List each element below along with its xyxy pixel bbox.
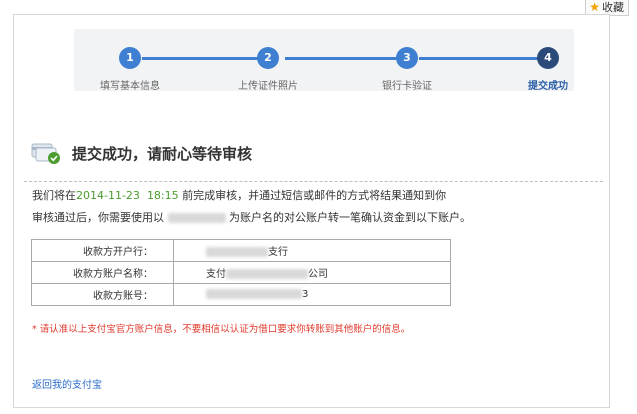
favorite-label: 收藏 — [602, 1, 624, 14]
bank-label: 收款方开户行： — [31, 239, 174, 262]
table-row: 收款方账户名称： 支付 公司 — [31, 261, 451, 284]
message-line-2: 审核通过后，你需要使用以 为账户名的对公账户转一笔确认资金到以下账户。 — [32, 209, 471, 225]
step-1-dot: 1 — [119, 47, 141, 69]
review-date: 2014-11-23 — [76, 189, 140, 202]
table-row: 收款方开户行： 支行 — [31, 239, 451, 262]
step-1-label: 填写基本信息 — [100, 81, 160, 92]
dashed-divider — [24, 181, 603, 182]
account-number-value: 3 — [173, 283, 451, 306]
redacted-account-name — [167, 213, 226, 223]
step-2-dot: 2 — [257, 47, 279, 69]
redacted-account-number — [206, 289, 302, 299]
step-connector-3-4 — [419, 57, 543, 60]
result-title: 提交成功，请耐心等待审核 — [72, 145, 253, 163]
warning-text: * 请认准以上支付宝官方账户信息，不要相信以认证为借口要求你转账到其他账户的信息… — [32, 324, 411, 335]
star-icon: ★ — [589, 0, 600, 14]
step-2-label: 上传证件照片 — [238, 81, 298, 92]
table-row: 收款方账号： 3 — [31, 283, 451, 306]
account-name-value: 支付 公司 — [173, 261, 451, 284]
main-card: 1 2 3 4 填写基本信息 上传证件照片 银行卡验证 提交成功 提交成功，请耐… — [13, 14, 610, 408]
message-line-1: 我们将在2014-11-23 18:15 前完成审核，并通过短信或邮件的方式将结… — [32, 187, 446, 203]
step-4-label: 提交成功 — [528, 81, 568, 92]
payee-account-table: 收款方开户行： 支行 收款方账户名称： 支付 公司 收款方账号： 3 — [31, 239, 451, 306]
redacted-account-name-mid — [226, 269, 308, 279]
step-connector-2-3 — [285, 57, 409, 60]
progress-steps: 1 2 3 4 填写基本信息 上传证件照片 银行卡验证 提交成功 — [74, 29, 574, 92]
message-line1-suffix: 前完成审核，并通过短信或邮件的方式将结果通知到你 — [182, 189, 447, 202]
redacted-bank — [206, 247, 268, 257]
back-to-alipay-link[interactable]: 返回我的支付宝 — [32, 376, 102, 391]
step-3-dot: 3 — [396, 47, 418, 69]
review-time: 18:15 — [146, 189, 179, 202]
bank-value: 支行 — [173, 239, 451, 262]
step-4-dot: 4 — [537, 47, 559, 69]
message-line1-prefix: 我们将在 — [32, 189, 76, 202]
account-name-label: 收款方账户名称： — [31, 261, 174, 284]
step-3-label: 银行卡验证 — [382, 81, 432, 92]
message-line2-suffix: 为账户名的对公账户转一笔确认资金到以下账户。 — [229, 211, 471, 224]
step-connector-1-2 — [142, 57, 275, 60]
message-line2-prefix: 审核通过后，你需要使用以 — [32, 211, 164, 224]
card-check-icon — [31, 143, 60, 164]
account-number-label: 收款方账号： — [31, 283, 174, 306]
